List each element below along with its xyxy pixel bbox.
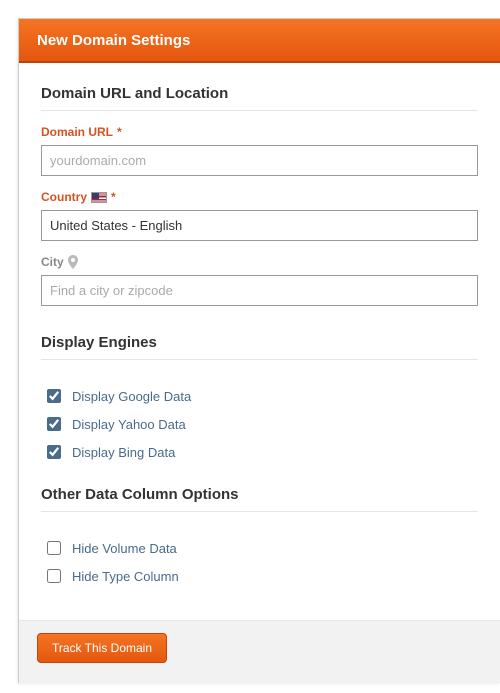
required-asterisk: * xyxy=(117,125,122,139)
divider xyxy=(41,110,478,111)
checkbox-label: Display Bing Data xyxy=(72,445,175,460)
track-domain-button[interactable]: Track This Domain xyxy=(37,633,167,663)
divider xyxy=(41,511,478,512)
checkbox-label: Display Yahoo Data xyxy=(72,417,186,432)
us-flag-icon xyxy=(91,192,107,203)
checkbox-bing[interactable] xyxy=(47,445,61,459)
engines-list: Display Google Data Display Yahoo Data D… xyxy=(41,374,478,486)
country-label: Country * xyxy=(41,190,478,204)
section-title-columns: Other Data Column Options xyxy=(41,486,478,507)
divider xyxy=(41,359,478,360)
map-pin-icon xyxy=(68,255,78,269)
checkbox-row-bing[interactable]: Display Bing Data xyxy=(43,442,478,462)
checkbox-label: Hide Volume Data xyxy=(72,541,177,556)
city-label: City xyxy=(41,255,478,269)
checkbox-row-hide-type[interactable]: Hide Type Column xyxy=(43,566,478,586)
checkbox-row-google[interactable]: Display Google Data xyxy=(43,386,478,406)
panel-title: New Domain Settings xyxy=(37,32,190,49)
checkbox-google[interactable] xyxy=(47,389,61,403)
checkbox-row-hide-volume[interactable]: Hide Volume Data xyxy=(43,538,478,558)
required-asterisk: * xyxy=(111,190,116,204)
columns-list: Hide Volume Data Hide Type Column xyxy=(41,526,478,610)
checkbox-label: Hide Type Column xyxy=(72,569,179,584)
checkbox-row-yahoo[interactable]: Display Yahoo Data xyxy=(43,414,478,434)
field-country: Country * xyxy=(41,190,478,241)
checkbox-label: Display Google Data xyxy=(72,389,191,404)
panel-footer: Track This Domain xyxy=(19,620,500,683)
section-title-engines: Display Engines xyxy=(41,334,478,355)
panel-body: Domain URL and Location Domain URL* Coun… xyxy=(19,63,500,620)
field-city: City xyxy=(41,255,478,306)
checkbox-hide-type[interactable] xyxy=(47,569,61,583)
city-input[interactable] xyxy=(41,275,478,306)
country-input[interactable] xyxy=(41,210,478,241)
domain-url-label: Domain URL* xyxy=(41,125,478,139)
domain-url-input[interactable] xyxy=(41,145,478,176)
field-domain-url: Domain URL* xyxy=(41,125,478,176)
section-title-url-location: Domain URL and Location xyxy=(41,85,478,106)
panel-header: New Domain Settings xyxy=(19,19,500,63)
checkbox-hide-volume[interactable] xyxy=(47,541,61,555)
checkbox-yahoo[interactable] xyxy=(47,417,61,431)
settings-panel: New Domain Settings Domain URL and Locat… xyxy=(18,18,500,683)
